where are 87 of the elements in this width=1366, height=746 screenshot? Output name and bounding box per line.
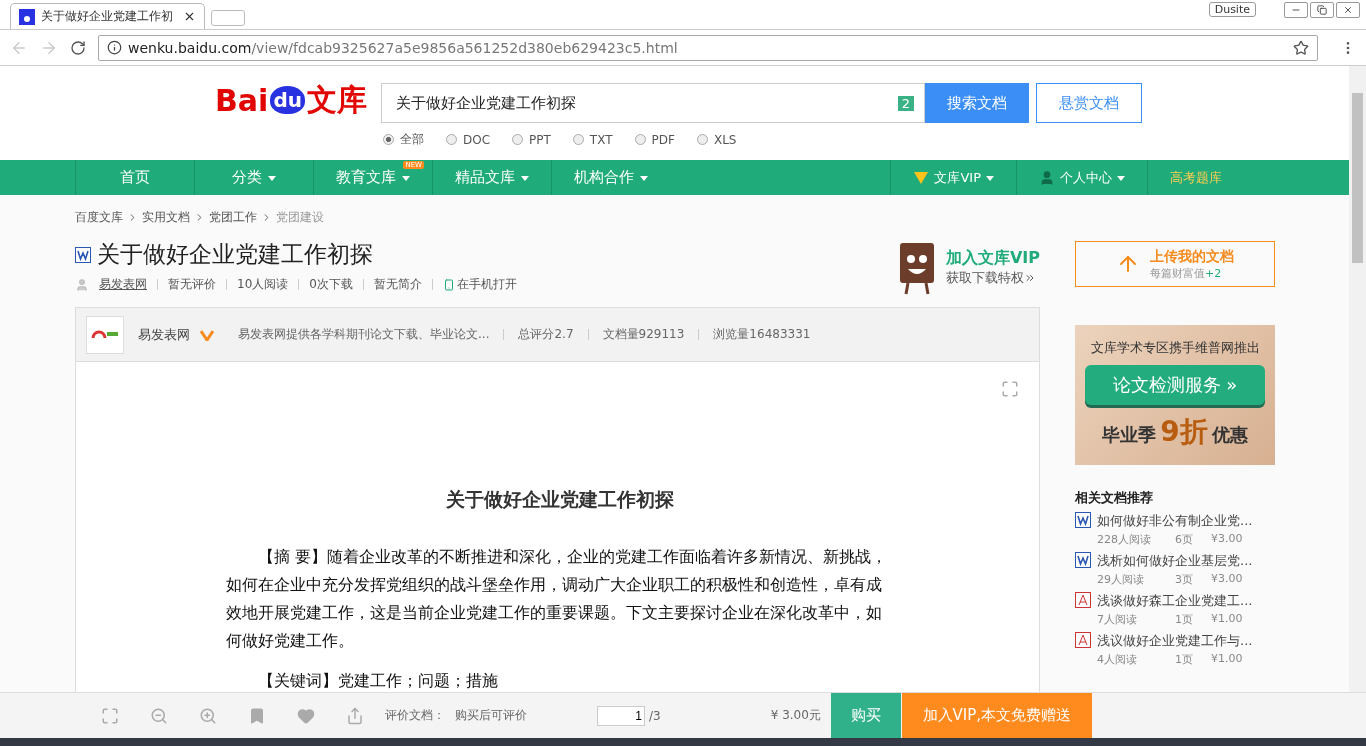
scrollbar-thumb[interactable] — [1352, 93, 1363, 263]
breadcrumb-link[interactable]: 实用文档 — [142, 208, 190, 226]
related-doc-link[interactable]: 浅谈做好森工企业党建工... — [1097, 593, 1253, 608]
count-badge: 2 — [897, 95, 914, 111]
promo-subtitle: 获取下载特权 — [945, 268, 1024, 287]
mobile-link[interactable]: 在手机打开 — [456, 276, 517, 293]
read-count: 7人阅读 — [1097, 612, 1138, 627]
uploader-logo — [86, 315, 124, 354]
uploader-stat: 文档量929113 — [602, 326, 685, 343]
rating-hint: 购买后可评价 — [455, 707, 527, 724]
share-icon[interactable] — [345, 706, 364, 725]
price-text: ¥3.00 — [1211, 532, 1243, 547]
user-icon — [1039, 169, 1055, 186]
breadcrumb-link[interactable]: 党团工作 — [209, 208, 257, 226]
filter-option[interactable]: PPT — [512, 131, 551, 148]
price-text: ¥1.00 — [1211, 612, 1243, 627]
price-text: ¥3.00 — [1211, 572, 1243, 587]
browser-tab[interactable]: 关于做好企业党建工作初 — [10, 3, 205, 29]
filter-option[interactable]: 全部 — [382, 131, 424, 148]
word-icon — [1075, 512, 1091, 528]
page-count: 6页 — [1175, 532, 1193, 547]
meta-text: 暂无评价 — [168, 276, 216, 293]
uploader-stat: 浏览量16483331 — [713, 326, 811, 343]
breadcrumb-link[interactable]: 百度文库 — [75, 208, 123, 226]
page-heading: 关于做好企业党建工作初探 — [445, 487, 675, 512]
address-bar[interactable]: wenku.baidu.com/view/fdcab9325627a5e9856a561252d380eb629423c5.html — [98, 34, 1318, 61]
uploader-name[interactable]: 易发表网 — [138, 325, 190, 344]
meta-text: 0次下载 — [309, 276, 353, 293]
meta-text: 10人阅读 — [237, 276, 289, 293]
filter-option[interactable]: DOC — [445, 131, 491, 148]
logo: Bai du 文库 — [215, 80, 367, 120]
close-window-button[interactable] — [1336, 2, 1360, 18]
star-icon[interactable] — [1293, 39, 1309, 56]
ad-banner[interactable]: 文库学术专区携手维普网推出 论文检测服务 » 毕业季 9折优惠 — [1075, 325, 1275, 465]
page-count: 1页 — [1175, 652, 1193, 667]
user-icon — [75, 277, 89, 292]
zoom-out-icon[interactable] — [149, 706, 168, 725]
restore-button[interactable] — [1310, 2, 1334, 18]
expand-icon[interactable] — [100, 706, 119, 725]
pdf-icon — [1075, 632, 1091, 648]
read-count: 228人阅读 — [1097, 532, 1152, 547]
page-field[interactable]: 1 — [597, 705, 645, 726]
page-count: 3页 — [1175, 572, 1193, 587]
promo-title: 加入文库VIP — [945, 247, 1040, 269]
read-count: 4人阅读 — [1097, 652, 1138, 667]
phone-icon — [442, 278, 455, 291]
author-link[interactable]: 易发表网 — [99, 276, 147, 293]
info-icon — [107, 40, 122, 55]
section-title: 相关文档推荐 — [1075, 489, 1154, 507]
filter-option[interactable]: XLS — [696, 131, 737, 148]
page-paragraph: 【摘 要】随着企业改革的不断推进和深化，企业的党建工作面临着许多新情况、新挑战，如何在企业中充分发挥党组织的战斗堡垒作用，调动广大企业职工的积极性和创造性，卓有成效地开展党建工作，这是当前企业党建工作的重要课题。下文主要探讨企业在深化改革中，如何做好党建工作。 — [226, 546, 889, 652]
related-doc-link[interactable]: 浅析如何做好企业基层党... — [1097, 553, 1253, 568]
related-doc-link[interactable]: 浅议做好企业党建工作与... — [1097, 633, 1253, 648]
tab-title: 关于做好企业党建工作初 — [41, 8, 174, 25]
vip-promo[interactable]: 加入文库VIP 获取下载特权 — [893, 239, 1040, 295]
close-icon — [1343, 5, 1353, 15]
page-paragraph: 【关键词】党建工作；问题；措施 — [257, 670, 499, 692]
filter-option[interactable]: PDF — [634, 131, 675, 148]
new-tab-button[interactable] — [211, 10, 245, 26]
uploader-description: 易发表网提供各学科期刊论文下载、毕业论文... — [238, 326, 490, 343]
filter-option[interactable]: TXT — [572, 131, 613, 148]
page-count: 1页 — [1175, 612, 1193, 627]
price-text: ¥ 3.00元 — [770, 707, 821, 724]
reload-icon[interactable] — [70, 39, 86, 56]
meta-text: 暂无简介 — [373, 276, 422, 293]
word-icon — [75, 246, 91, 263]
ad-text: 文库学术专区携手维普网推出 — [1090, 339, 1260, 357]
related-doc-link[interactable]: 如何做好非公有制企业党... — [1097, 513, 1253, 528]
close-icon[interactable] — [183, 10, 196, 23]
search-field[interactable]: 关于做好企业党建工作初探 2 — [380, 83, 925, 123]
restore-icon — [1317, 5, 1327, 15]
minimize-button[interactable] — [1284, 2, 1308, 18]
document-title: 关于做好企业党建工作初探 — [75, 239, 517, 270]
zoom-in-icon[interactable] — [198, 706, 217, 725]
word-icon — [1075, 552, 1091, 568]
price-text: ¥1.00 — [1211, 652, 1243, 667]
rating-label: 评价文档： — [385, 707, 445, 724]
profile-name[interactable]: Dusite — [1208, 2, 1256, 17]
vip-icon — [913, 170, 930, 185]
page-total: /3 — [649, 708, 661, 723]
read-count: 29人阅读 — [1097, 572, 1145, 587]
url-text: wenku.baidu.com/view/fdcab9325627a5e9856a561252d380eb629423c5.html — [128, 39, 678, 56]
ad-sale-text: 毕业季 9折优惠 — [1102, 414, 1248, 450]
heart-icon[interactable] — [296, 706, 315, 725]
pdf-icon — [1075, 592, 1091, 608]
uploader-stat: 总评分2.7 — [518, 326, 574, 343]
fullscreen-icon[interactable] — [1001, 380, 1019, 398]
